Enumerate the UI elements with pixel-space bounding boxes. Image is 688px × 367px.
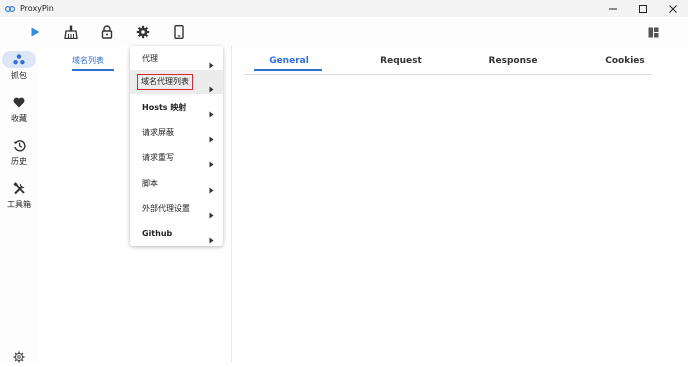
settings-icon[interactable] <box>13 348 25 367</box>
menu-item-label: Github <box>142 228 173 238</box>
menu-item-request-block[interactable]: 请求屏蔽 <box>130 120 223 144</box>
active-tab-indicator <box>254 69 322 71</box>
broom-icon[interactable] <box>63 24 79 40</box>
nav-label-capture: 抓包 <box>11 71 27 80</box>
nav-label-favorites: 收藏 <box>11 114 27 123</box>
menu-item-label: 脚本 <box>142 178 158 188</box>
tab-cookies[interactable]: Cookies <box>605 56 645 66</box>
submenu-arrow-icon <box>209 153 214 172</box>
layout-icon[interactable] <box>645 24 661 40</box>
menu-item-label: 外部代理设置 <box>142 203 190 213</box>
phone-icon[interactable] <box>171 24 187 40</box>
maximize-icon[interactable] <box>628 0 658 17</box>
nav-item-history[interactable]: 历史 <box>0 137 38 167</box>
tabs-divider <box>244 74 652 75</box>
menu-item-hosts-mapping[interactable]: Hosts 映射 <box>130 95 223 119</box>
menu-item-domain-proxy-list[interactable]: 域名代理列表 <box>130 70 223 94</box>
play-icon[interactable] <box>27 24 43 40</box>
menu-item-label: 代理 <box>142 53 158 63</box>
detail-tabs: General Request Response Cookies <box>232 46 688 74</box>
tab-domain-list-underline <box>72 69 114 71</box>
lock-icon[interactable] <box>99 24 115 40</box>
nav-label-history: 历史 <box>11 157 27 166</box>
tab-request[interactable]: Request <box>380 56 422 66</box>
tools-icon <box>2 180 36 197</box>
app-logo-icon <box>5 4 15 14</box>
menu-item-label: Hosts 映射 <box>142 102 187 112</box>
capture-dots-icon <box>2 51 36 68</box>
toolbar <box>0 17 688 46</box>
sidebar: 抓包 收藏 历史 工具箱 <box>0 46 38 363</box>
menu-item-label: 请求重写 <box>142 152 174 162</box>
history-icon <box>2 137 36 154</box>
nav-label-toolbox: 工具箱 <box>7 200 31 209</box>
menu-item-proxy[interactable]: 代理 <box>130 46 223 70</box>
submenu-arrow-icon <box>209 229 214 248</box>
gear-icon[interactable] <box>135 24 151 40</box>
nav-item-capture[interactable]: 抓包 <box>0 51 38 81</box>
panel-divider[interactable] <box>231 46 232 363</box>
menu-item-external-proxy[interactable]: 外部代理设置 <box>130 196 223 220</box>
menu-item-github[interactable]: Github <box>130 221 223 245</box>
settings-menu: 代理 域名代理列表 Hosts 映射 请求屏蔽 请求重写 脚本 外部代理设置 G… <box>130 46 223 246</box>
window-title: ProxyPin <box>20 4 54 13</box>
menu-item-request-rewrite[interactable]: 请求重写 <box>130 145 223 169</box>
nav-item-favorites[interactable]: 收藏 <box>0 94 38 124</box>
title-bar: ProxyPin <box>0 0 688 17</box>
nav-item-toolbox[interactable]: 工具箱 <box>0 180 38 210</box>
menu-item-script[interactable]: 脚本 <box>130 171 223 195</box>
minimize-icon[interactable] <box>598 0 628 17</box>
menu-item-label: 域名代理列表 <box>137 74 193 90</box>
tab-response[interactable]: Response <box>489 56 538 66</box>
close-icon[interactable] <box>658 0 688 17</box>
heart-icon <box>2 94 36 111</box>
tab-domain-list[interactable]: 域名列表 <box>72 55 104 66</box>
menu-item-label: 请求屏蔽 <box>142 127 174 137</box>
tab-general[interactable]: General <box>269 56 309 66</box>
